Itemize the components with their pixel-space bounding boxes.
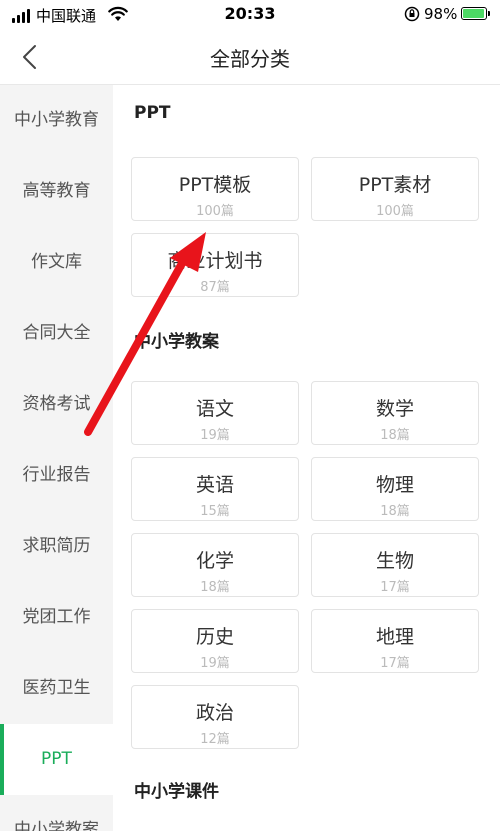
category-card[interactable]: 化学 18篇 [131, 533, 299, 597]
section-title: 中小学课件 [134, 782, 219, 802]
battery-icon [461, 7, 490, 20]
sidebar-item[interactable]: 高等教育 [0, 156, 113, 227]
sidebar-item[interactable]: 中小学教案 [0, 795, 113, 831]
sidebar-item[interactable]: 行业报告 [0, 440, 113, 511]
rotation-lock-icon [404, 6, 420, 26]
sidebar-item[interactable]: 资格考试 [0, 369, 113, 440]
category-sidebar: 中小学教育 高等教育 作文库 合同大全 资格考试 行业报告 求职简历 党团工作 医药卫生 PPT 中… [0, 85, 113, 831]
section-title: PPT [134, 103, 171, 123]
category-card[interactable]: 生物 17篇 [311, 533, 479, 597]
category-card[interactable]: 语文 19篇 [131, 381, 299, 445]
sidebar-item[interactable]: PPT [0, 724, 113, 795]
category-name: PPT素材 [358, 174, 432, 196]
category-card[interactable]: 数学 18篇 [311, 381, 479, 445]
battery-percent: 98% [424, 5, 458, 23]
category-name: 数学 [375, 398, 414, 420]
category-card[interactable]: 商业计划书 87篇 [131, 233, 299, 297]
category-name: PPT模板 [178, 174, 252, 196]
category-count: 12篇 [200, 732, 230, 747]
category-count: 18篇 [380, 504, 410, 519]
status-bar: 中国联通 20:33 98% [0, 0, 500, 30]
category-name: 商业计划书 [167, 250, 263, 272]
category-count: 15篇 [200, 504, 230, 519]
category-name: 地理 [375, 626, 414, 648]
category-name: 英语 [195, 474, 234, 496]
page-title: 全部分类 [210, 47, 290, 71]
category-name: 语文 [195, 398, 234, 420]
category-name: 生物 [375, 550, 414, 572]
category-card[interactable]: 物理 18篇 [311, 457, 479, 521]
sidebar-item[interactable]: 中小学教育 [0, 85, 113, 156]
category-card[interactable]: 政治 12篇 [131, 685, 299, 749]
sidebar-item[interactable]: 党团工作 [0, 582, 113, 653]
category-count: 18篇 [200, 580, 230, 595]
sidebar-item[interactable]: 医药卫生 [0, 653, 113, 724]
category-count: 17篇 [380, 656, 410, 671]
category-count: 19篇 [200, 428, 230, 443]
category-card[interactable]: PPT素材 100篇 [311, 157, 479, 221]
sidebar-item[interactable]: 作文库 [0, 227, 113, 298]
category-name: 化学 [195, 550, 234, 572]
category-card[interactable]: PPT模板 100篇 [131, 157, 299, 221]
category-count: 19篇 [200, 656, 230, 671]
category-card[interactable]: 英语 15篇 [131, 457, 299, 521]
category-card[interactable]: 地理 17篇 [311, 609, 479, 673]
nav-bar: 全部分类 [0, 30, 500, 85]
category-name: 物理 [375, 474, 414, 496]
category-count: 87篇 [200, 280, 230, 295]
sidebar-item[interactable]: 求职简历 [0, 511, 113, 582]
category-count: 100篇 [196, 204, 234, 219]
section-title: 中小学教案 [134, 332, 219, 352]
category-count: 100篇 [376, 204, 414, 219]
category-count: 18篇 [380, 428, 410, 443]
category-content: PPT PPT模板 100篇 PPT素材 100篇商业计划书 87篇中小学教案语文 19篇 数… [113, 85, 500, 831]
category-name: 历史 [195, 626, 234, 648]
category-name: 政治 [195, 702, 234, 724]
category-count: 17篇 [380, 580, 410, 595]
sidebar-item[interactable]: 合同大全 [0, 298, 113, 369]
category-card[interactable]: 历史 19篇 [131, 609, 299, 673]
